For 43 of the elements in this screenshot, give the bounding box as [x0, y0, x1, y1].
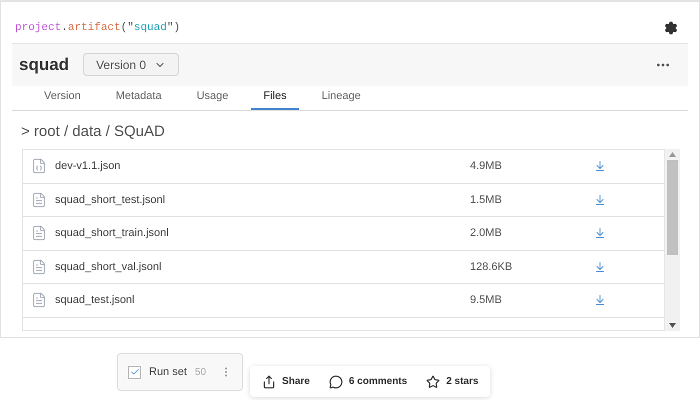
tab[interactable]: Metadata — [104, 86, 174, 110]
file-size: 1.5MB — [470, 192, 503, 208]
stars-button[interactable]: 2 stars — [426, 374, 478, 389]
file-name[interactable]: squad_test.jsonl — [55, 292, 470, 308]
tab[interactable]: Version — [32, 86, 93, 110]
text-file-icon — [31, 292, 47, 308]
text-file-icon — [31, 258, 47, 275]
version-dropdown[interactable]: Version 0 — [83, 53, 180, 76]
download-icon[interactable] — [594, 260, 606, 273]
breadcrumb: > root / data / SQuAD — [20, 122, 166, 142]
text-file-icon — [31, 225, 47, 242]
file-size: 128.6KB — [470, 260, 514, 274]
run-set-label: Run set — [149, 364, 187, 380]
file-name[interactable]: squad_short_train.jsonl — [55, 225, 470, 242]
run-set-checkbox[interactable] — [128, 366, 141, 378]
download-icon[interactable] — [594, 160, 606, 172]
text-file-icon — [31, 192, 47, 208]
settings-icon[interactable] — [664, 21, 678, 36]
download-icon[interactable] — [594, 227, 606, 240]
file-size: 9.5MB — [470, 293, 503, 308]
scrollbar[interactable] — [665, 149, 680, 331]
file-name[interactable]: squad_short_test.jsonl — [55, 192, 470, 208]
file-size: 4.9MB — [470, 159, 503, 174]
scroll-down-icon[interactable] — [669, 323, 676, 328]
json-file-icon — [31, 158, 47, 174]
file-name[interactable]: squad_short_val.jsonl — [55, 258, 470, 275]
share-button[interactable]: Share — [262, 374, 310, 389]
tab[interactable]: Usage — [184, 86, 240, 110]
download-icon[interactable] — [594, 194, 606, 206]
check-icon — [130, 367, 140, 377]
share-icon — [262, 374, 276, 388]
run-set-count: 50 — [194, 366, 206, 380]
comments-button[interactable]: 6 comments — [328, 374, 408, 389]
code-snippet: project.artifact("squad") — [15, 21, 180, 36]
file-name[interactable]: dev-v1.1.json — [55, 158, 470, 174]
tab[interactable]: Files — [251, 86, 299, 110]
artifact-name: squad — [19, 54, 70, 76]
star-icon — [426, 374, 440, 388]
tab[interactable]: Lineage — [310, 86, 373, 110]
file-size: 2.0MB — [470, 226, 503, 241]
comment-icon — [328, 374, 343, 388]
download-icon[interactable] — [594, 294, 606, 306]
scroll-up-icon[interactable] — [669, 152, 676, 157]
